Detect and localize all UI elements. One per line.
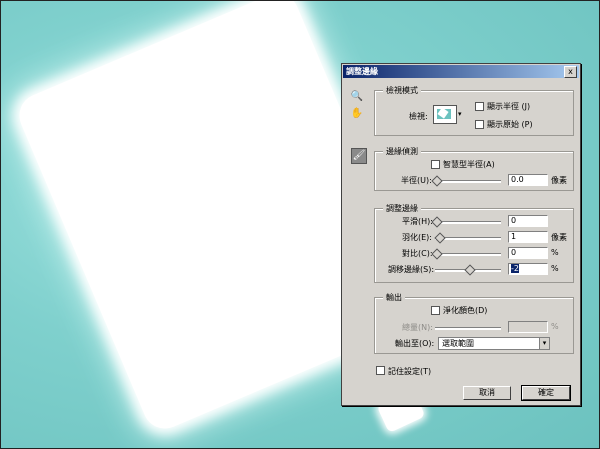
output-legend: 輸出 [383, 292, 405, 303]
remember-settings-label: 記住設定(T) [388, 367, 432, 376]
smooth-slider[interactable] [431, 216, 501, 228]
hand-tool-icon[interactable]: ✋ [350, 107, 364, 121]
cancel-button[interactable]: 取消 [463, 386, 511, 400]
smooth-slider-thumb[interactable] [431, 216, 443, 228]
contrast-unit: % [551, 248, 559, 257]
edge-detection-legend: 邊緣偵測 [383, 146, 421, 157]
chevron-down-icon[interactable]: ▾ [539, 338, 549, 349]
contrast-label: 對比(C): [402, 249, 433, 258]
show-radius-label: 顯示半徑 (J) [487, 102, 531, 111]
radius-slider-thumb[interactable] [431, 175, 443, 187]
smooth-input[interactable]: 0 [508, 215, 548, 227]
zoom-tool-icon[interactable]: 🔍 [350, 90, 364, 104]
amount-input [508, 321, 548, 333]
shift-edge-unit: % [551, 264, 559, 273]
adjust-edge-legend: 調整邊緣 [383, 203, 421, 214]
output-to-value: 選取範圍 [442, 339, 474, 348]
edge-detection-group: 邊緣偵測 智慧型半徑(A) 半徑(U): 0.0 像素 [374, 146, 574, 191]
output-group: 輸出 淨化顏色(D) 總量(N): % 輸出至(O): 選取範圍 ▾ [374, 292, 574, 354]
shift-edge-slider[interactable] [435, 264, 501, 276]
close-button[interactable]: x [564, 66, 577, 78]
refine-edge-dialog: 調整邊緣 x 🔍 ✋ 🖌 檢視模式 檢視: ▾ 顯示半徑 (J) 顯示原始 (P… [341, 63, 581, 406]
amount-label: 總量(N): [402, 323, 433, 332]
feather-unit: 像素 [551, 233, 567, 242]
adjust-edge-group: 調整邊緣 平滑(H): 0 羽化(E): 1 像素 對比(C): 0 % 調移邊… [374, 203, 574, 283]
radius-input[interactable]: 0.0 [508, 174, 548, 186]
shift-edge-slider-thumb[interactable] [464, 264, 476, 276]
contrast-slider[interactable] [431, 248, 501, 260]
shift-edge-input[interactable]: -2 [508, 263, 548, 275]
output-to-label: 輸出至(O): [395, 339, 435, 348]
remember-settings-checkbox[interactable] [376, 366, 385, 375]
view-thumbnail[interactable] [433, 105, 457, 124]
contrast-input[interactable]: 0 [508, 247, 548, 259]
smooth-label: 平滑(H): [402, 217, 433, 226]
canvas-area: 調整邊緣 x 🔍 ✋ 🖌 檢視模式 檢視: ▾ 顯示半徑 (J) 顯示原始 (P… [0, 0, 600, 449]
feather-label: 羽化(E): [402, 233, 432, 242]
radius-slider[interactable] [431, 175, 501, 187]
feather-input[interactable]: 1 [508, 231, 548, 243]
view-label: 檢視: [409, 112, 428, 121]
show-radius-checkbox[interactable] [475, 102, 484, 111]
decontaminate-label: 淨化顏色(D) [443, 306, 488, 315]
show-original-checkbox[interactable] [475, 120, 484, 129]
amount-slider [435, 327, 501, 330]
brush-tool-icon[interactable]: 🖌 [351, 148, 367, 164]
view-mode-group: 檢視模式 檢視: ▾ 顯示半徑 (J) 顯示原始 (P) [374, 85, 574, 136]
view-dropdown-arrow-icon[interactable]: ▾ [458, 110, 462, 118]
output-to-select[interactable]: 選取範圍 ▾ [438, 337, 550, 350]
show-original-label: 顯示原始 (P) [487, 120, 533, 129]
dialog-title: 調整邊緣 [346, 67, 378, 76]
feather-slider-thumb[interactable] [434, 232, 446, 244]
shift-edge-label: 調移邊緣(S): [388, 265, 435, 274]
smart-radius-checkbox[interactable] [431, 160, 440, 169]
feather-slider[interactable] [434, 232, 501, 244]
ok-button[interactable]: 確定 [521, 385, 571, 401]
decontaminate-checkbox[interactable] [431, 306, 440, 315]
dialog-titlebar[interactable]: 調整邊緣 x [343, 65, 579, 78]
view-mode-legend: 檢視模式 [383, 85, 421, 96]
contrast-slider-thumb[interactable] [431, 248, 443, 260]
radius-label: 半徑(U): [401, 176, 432, 185]
smart-radius-label: 智慧型半徑(A) [443, 160, 495, 169]
radius-unit: 像素 [551, 176, 567, 185]
amount-unit: % [551, 322, 559, 331]
shift-edge-value: -2 [511, 264, 519, 273]
